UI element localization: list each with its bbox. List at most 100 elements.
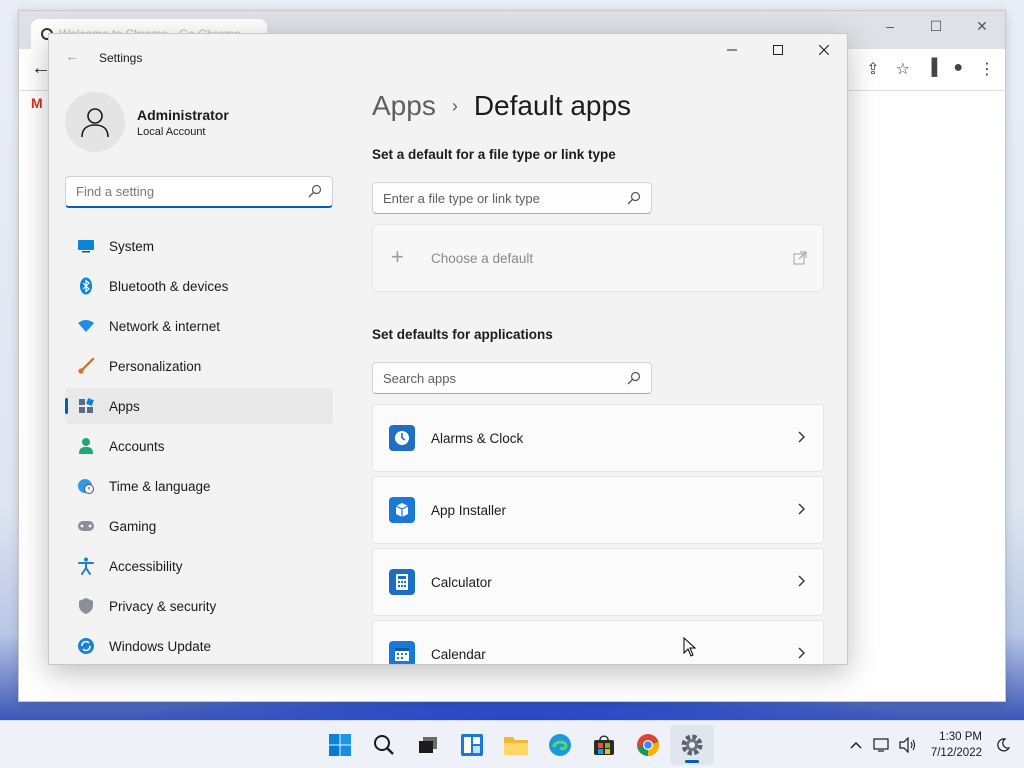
sidebar-item-privacy[interactable]: Privacy & security (65, 588, 333, 624)
wifi-icon (77, 317, 95, 335)
gmail-bookmark-icon[interactable]: M (31, 95, 43, 111)
sidebar-item-label: Windows Update (109, 638, 212, 654)
sidebar-item-label: Personalization (109, 358, 202, 374)
maximize-button[interactable] (755, 34, 801, 66)
task-view-button[interactable] (406, 725, 450, 765)
app-row-alarms-clock[interactable]: Alarms & Clock (372, 404, 824, 472)
clock-time: 1:30 PM (939, 731, 982, 743)
kebab-menu-icon[interactable]: ⋮ (979, 59, 995, 79)
system-tray: 1:30 PM 7/12/2022 (843, 721, 1024, 768)
profile-account-type: Local Account (137, 125, 206, 138)
side-panel-icon[interactable]: ▐ (926, 59, 937, 79)
calendar-icon (389, 641, 415, 664)
apps-icon (77, 397, 95, 415)
package-icon (389, 497, 415, 523)
close-icon (819, 45, 829, 55)
chevron-right-icon (798, 647, 805, 659)
user-profile[interactable]: Administrator Local Account (65, 92, 229, 152)
widgets-icon (461, 734, 483, 756)
app-row-app-installer[interactable]: App Installer (372, 476, 824, 544)
person-avatar-icon (81, 108, 109, 138)
settings-taskbar-button[interactable] (670, 725, 714, 765)
volume-icon[interactable] (895, 737, 921, 753)
network-icon[interactable] (869, 737, 895, 753)
settings-titlebar: ← Settings (49, 34, 847, 82)
sidebar-item-label: Time & language (109, 478, 211, 494)
maximize-icon (773, 45, 783, 55)
app-name: App Installer (431, 502, 507, 518)
browser-minimize-button[interactable]: – (867, 11, 913, 49)
app-defaults-heading: Set defaults for applications (372, 327, 553, 342)
settings-nav: System Bluetooth & devices Network & int… (65, 228, 333, 664)
minimize-button[interactable] (709, 34, 755, 66)
clock-date: 7/12/2022 (930, 747, 982, 759)
chrome-icon (637, 734, 659, 756)
open-external-icon (793, 251, 807, 265)
profile-icon[interactable]: ● (953, 59, 963, 79)
store-button[interactable] (582, 725, 626, 765)
browser-maximize-button[interactable]: ☐ (913, 11, 959, 49)
browser-close-button[interactable]: ✕ (959, 11, 1005, 49)
gamepad-icon (77, 517, 95, 535)
sidebar-item-network[interactable]: Network & internet (65, 308, 333, 344)
edge-button[interactable] (538, 725, 582, 765)
chevron-right-icon: › (451, 95, 458, 116)
calculator-icon (389, 569, 415, 595)
chevron-right-icon (798, 503, 805, 515)
profile-name: Administrator (137, 106, 229, 123)
chevron-right-icon (798, 575, 805, 587)
search-icon (627, 191, 641, 205)
search-apps-input[interactable] (373, 363, 613, 393)
start-button[interactable] (318, 725, 362, 765)
browser-window-controls: – ☐ ✕ (867, 11, 1005, 49)
accessibility-icon (77, 557, 95, 575)
sidebar-item-system[interactable]: System (65, 228, 333, 264)
sidebar-item-label: Bluetooth & devices (109, 278, 229, 294)
sidebar-item-label: System (109, 238, 155, 254)
sidebar-item-label: Accounts (109, 438, 165, 454)
taskbar-search-button[interactable] (362, 725, 406, 765)
bluetooth-icon (77, 277, 95, 295)
focus-moon-icon[interactable] (990, 738, 1016, 752)
back-arrow-icon[interactable]: ← (65, 48, 79, 64)
choose-default-card[interactable]: + Choose a default (372, 224, 824, 292)
app-name: Calendar (431, 646, 486, 662)
file-explorer-icon (504, 737, 528, 755)
search-icon (374, 735, 394, 755)
bookmark-star-icon[interactable]: ☆ (896, 59, 910, 79)
sidebar-item-accounts[interactable]: Accounts (65, 428, 333, 464)
mouse-cursor-icon (683, 637, 697, 657)
sidebar-item-gaming[interactable]: Gaming (65, 508, 333, 544)
sidebar-item-windows-update[interactable]: Windows Update (65, 628, 333, 664)
sidebar-item-accessibility[interactable]: Accessibility (65, 548, 333, 584)
browser-toolbar-icons: ⇪ ☆ ▐ ● ⋮ (866, 59, 995, 79)
plus-icon: + (391, 244, 404, 269)
app-row-calculator[interactable]: Calculator (372, 548, 824, 616)
clock[interactable]: 1:30 PM 7/12/2022 (931, 729, 982, 761)
sidebar-item-apps[interactable]: Apps (65, 388, 333, 424)
sidebar-item-personalization[interactable]: Personalization (65, 348, 333, 384)
person-icon (77, 437, 95, 455)
choose-default-label: Choose a default (431, 251, 534, 266)
share-icon[interactable]: ⇪ (866, 59, 879, 79)
file-type-heading: Set a default for a file type or link ty… (372, 147, 616, 162)
chevron-right-icon (798, 431, 805, 443)
chevron-up-icon[interactable] (843, 741, 869, 749)
brush-icon (77, 357, 95, 375)
file-type-search-input[interactable] (373, 183, 613, 213)
widgets-button[interactable] (450, 725, 494, 765)
close-button[interactable] (801, 34, 847, 66)
chrome-button[interactable] (626, 725, 670, 765)
file-explorer-button[interactable] (494, 725, 538, 765)
sidebar-item-bluetooth[interactable]: Bluetooth & devices (65, 268, 333, 304)
taskbar: 1:30 PM 7/12/2022 (0, 720, 1024, 768)
app-row-calendar[interactable]: Calendar (372, 620, 824, 664)
breadcrumb-apps-link[interactable]: Apps (372, 90, 436, 122)
search-icon (308, 184, 322, 198)
globe-clock-icon (77, 477, 95, 495)
edge-icon (549, 734, 571, 756)
sidebar-item-label: Network & internet (109, 318, 221, 334)
sidebar-item-time-language[interactable]: Time & language (65, 468, 333, 504)
find-setting-box (65, 176, 333, 208)
find-setting-input[interactable] (66, 177, 296, 205)
